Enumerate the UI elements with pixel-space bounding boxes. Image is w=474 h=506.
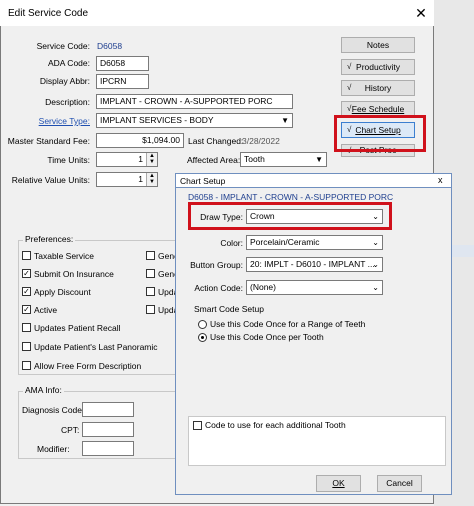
chevron-down-icon: ⌄ <box>372 238 379 247</box>
time-units-stepper[interactable]: 1 ▲ ▼ <box>96 152 158 167</box>
service-type-link[interactable]: Service Type: <box>0 116 90 126</box>
submit-on-insurance-checkbox[interactable]: ✓ <box>22 269 31 278</box>
close-icon[interactable]: ✕ <box>412 4 430 22</box>
service-code-label: Service Code: <box>36 41 90 51</box>
service-code-value: D6058 <box>97 41 123 51</box>
rvu-stepper[interactable]: 1 ▲ ▼ <box>96 172 158 187</box>
action-code-combo[interactable]: (None) ⌄ <box>246 280 383 295</box>
notes-button[interactable]: Notes <box>341 37 415 53</box>
preferences-label: Preferences: <box>23 234 76 244</box>
modifier-field[interactable] <box>82 441 134 456</box>
affected-area-combo[interactable]: Tooth ▼ <box>240 152 327 167</box>
color-combo[interactable]: Porcelain/Ceramic ⌄ <box>246 235 383 250</box>
button-group-value: 20: IMPLT - D6010 - IMPLANT ... <box>250 259 375 269</box>
chevron-down-icon: ▼ <box>281 116 289 125</box>
range-of-teeth-radio[interactable] <box>198 320 207 329</box>
action-code-value: (None) <box>250 282 276 292</box>
chevron-down-icon: ⌄ <box>372 260 379 269</box>
gene-checkbox-2[interactable] <box>146 269 155 278</box>
description-field[interactable]: IMPLANT - CROWN - A-SUPPORTED PORC <box>96 94 293 109</box>
productivity-button[interactable]: √ Productivity <box>341 59 415 75</box>
cancel-button[interactable]: Cancel <box>377 475 422 492</box>
time-units-label: Time Units: <box>47 155 90 165</box>
last-changed-value: 3/28/2022 <box>242 136 280 146</box>
display-abbr-field[interactable]: IPCRN <box>96 74 149 89</box>
per-tooth-label: Use this Code Once per Tooth <box>210 332 324 342</box>
rvu-value: 1 <box>138 174 143 184</box>
upda-checkbox-2[interactable] <box>146 305 155 314</box>
check-icon: √ <box>347 62 352 71</box>
updates-patient-recall-checkbox[interactable] <box>22 323 31 332</box>
ama-info-label: AMA Info: <box>23 385 64 395</box>
taxable-service-label: Taxable Service <box>34 251 95 261</box>
additional-tooth-text: Code to use for each additional Tooth <box>205 420 346 430</box>
rvu-label: Relative Value Units: <box>11 175 90 185</box>
affected-area-label: Affected Area: <box>187 155 241 165</box>
gene-checkbox-1[interactable] <box>146 251 155 260</box>
chevron-down-icon: ⌄ <box>372 283 379 292</box>
time-units-value: 1 <box>138 154 143 164</box>
display-abbr-label: Display Abbr: <box>39 76 90 86</box>
chevron-down-icon: ▼ <box>315 155 323 164</box>
apply-discount-checkbox[interactable]: ✓ <box>22 287 31 296</box>
diagnosis-code-label: Diagnosis Code: <box>22 405 85 415</box>
update-last-panoramic-label: Update Patient's Last Panoramic <box>34 342 158 352</box>
service-type-value: IMPLANT SERVICES - BODY <box>100 115 214 125</box>
updates-patient-recall-label: Updates Patient Recall <box>34 323 121 333</box>
ada-code-label: ADA Code: <box>47 58 90 68</box>
smart-code-setup-label: Smart Code Setup <box>194 304 264 314</box>
ada-code-field[interactable]: D6058 <box>96 56 149 71</box>
check-icon: √ <box>347 104 352 113</box>
master-fee-field[interactable]: $1,094.00 <box>96 133 184 148</box>
color-label: Color: <box>220 238 243 248</box>
service-type-combo[interactable]: IMPLANT SERVICES - BODY ▼ <box>96 113 293 128</box>
update-last-panoramic-checkbox[interactable] <box>22 342 31 351</box>
affected-area-value: Tooth <box>244 154 265 164</box>
last-changed-label: Last Changed: <box>188 136 244 146</box>
per-tooth-radio[interactable] <box>198 333 207 342</box>
active-checkbox[interactable]: ✓ <box>22 305 31 314</box>
chart-setup-code-line: D6058 - IMPLANT - CROWN - A-SUPPORTED PO… <box>188 192 394 202</box>
allow-free-form-label: Allow Free Form Description <box>34 361 142 371</box>
check-icon: √ <box>347 83 352 92</box>
chart-setup-highlight <box>334 115 426 152</box>
spin-arrows-icon[interactable]: ▲ ▼ <box>146 173 157 186</box>
window-title: Edit Service Code <box>8 8 89 19</box>
active-label: Active <box>34 305 58 315</box>
submit-on-insurance-label: Submit On Insurance <box>34 269 114 279</box>
close-icon[interactable]: x <box>438 175 443 185</box>
cpt-field[interactable] <box>82 422 134 437</box>
cpt-label: CPT: <box>61 425 80 435</box>
spin-arrows-icon[interactable]: ▲ ▼ <box>146 153 157 166</box>
description-label: Description: <box>45 97 90 107</box>
allow-free-form-checkbox[interactable] <box>22 361 31 370</box>
ok-button[interactable]: OK <box>316 475 361 492</box>
action-code-label: Action Code: <box>194 283 243 293</box>
taxable-service-checkbox[interactable] <box>22 251 31 260</box>
apply-discount-label: Apply Discount <box>34 287 91 297</box>
button-group-label: Button Group: <box>190 260 243 270</box>
master-fee-label: Master Standard Fee: <box>7 136 90 146</box>
range-of-teeth-label: Use this Code Once for a Range of Teeth <box>210 319 366 329</box>
draw-type-highlight <box>188 202 392 230</box>
diagnosis-code-field[interactable] <box>82 402 134 417</box>
modifier-label: Modifier: <box>37 444 70 454</box>
upda-checkbox-1[interactable] <box>146 287 155 296</box>
chart-setup-title: Chart Setup <box>180 176 226 186</box>
color-value: Porcelain/Ceramic <box>250 237 320 247</box>
additional-tooth-checkbox-box[interactable] <box>193 421 202 430</box>
button-group-combo[interactable]: 20: IMPLT - D6010 - IMPLANT ... ⌄ <box>246 257 383 272</box>
history-button[interactable]: √ History <box>341 80 415 96</box>
